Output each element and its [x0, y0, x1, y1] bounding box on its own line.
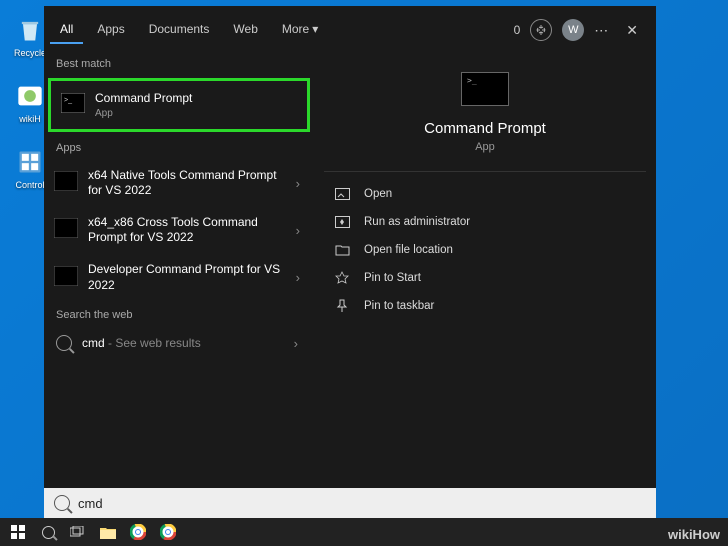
search-icon [54, 495, 70, 511]
result-title: Developer Command Prompt for VS 2022 [88, 262, 282, 293]
command-prompt-icon [54, 171, 78, 195]
command-prompt-preview-icon [461, 72, 509, 106]
result-title: x64_x86 Cross Tools Command Prompt for V… [88, 215, 282, 246]
tab-web[interactable]: Web [223, 16, 267, 44]
watermark: wikiHow [668, 527, 720, 542]
user-avatar[interactable]: W [562, 19, 584, 41]
chevron-right-icon[interactable]: › [292, 223, 304, 238]
result-best-match[interactable]: >_ Command Prompt App [48, 78, 310, 132]
command-prompt-icon [54, 218, 78, 242]
search-icon [56, 335, 72, 351]
taskbar [0, 518, 728, 546]
result-app-item[interactable]: Developer Command Prompt for VS 2022 › [44, 254, 314, 301]
action-open[interactable]: Open [324, 180, 646, 208]
rewards-icon[interactable] [530, 19, 552, 41]
result-app-item[interactable]: x64 Native Tools Command Prompt for VS 2… [44, 160, 314, 207]
action-pin-taskbar[interactable]: Pin to taskbar [324, 292, 646, 320]
action-label: Open file location [364, 244, 453, 256]
command-prompt-icon [54, 266, 78, 290]
results-column: Best match >_ Command Prompt App Apps x6… [44, 46, 314, 510]
search-panel: All Apps Documents Web More ▾ 0 W ⋯ ✕ Be… [44, 6, 656, 510]
chevron-right-icon[interactable]: › [292, 270, 304, 285]
tabs-bar: All Apps Documents Web More ▾ 0 W ⋯ ✕ [44, 6, 656, 46]
chevron-right-icon[interactable]: › [292, 176, 304, 191]
section-web: Search the web [44, 301, 314, 327]
section-apps: Apps [44, 134, 314, 160]
header-right: 0 W ⋯ ✕ [514, 19, 650, 41]
action-open-location[interactable]: Open file location [324, 236, 646, 264]
chevron-right-icon[interactable]: › [290, 336, 302, 351]
chevron-down-icon: ▾ [312, 22, 318, 36]
admin-icon [334, 215, 350, 229]
web-query: cmd [82, 336, 105, 350]
action-run-admin[interactable]: Run as administrator [324, 208, 646, 236]
result-title: Command Prompt [95, 91, 297, 107]
section-best-match: Best match [44, 50, 314, 76]
result-title: x64 Native Tools Command Prompt for VS 2… [88, 168, 282, 199]
pin-icon [334, 299, 350, 313]
taskbar-task-view[interactable] [64, 520, 92, 544]
result-subtitle: App [95, 108, 297, 119]
divider [324, 171, 646, 172]
action-label: Pin to taskbar [364, 300, 434, 312]
preview-subtitle: App [475, 141, 495, 153]
taskbar-chrome-2[interactable] [154, 520, 182, 544]
action-label: Open [364, 188, 392, 200]
search-bar[interactable] [44, 488, 656, 518]
tab-more-label: More [282, 22, 309, 36]
svg-text:>_: >_ [64, 97, 72, 104]
tab-more[interactable]: More ▾ [272, 16, 328, 44]
taskbar-file-explorer[interactable] [94, 520, 122, 544]
web-suffix: - See web results [105, 336, 201, 350]
tab-apps[interactable]: Apps [87, 16, 134, 44]
result-web-item[interactable]: cmd - See web results › [44, 327, 314, 359]
result-app-item[interactable]: x64_x86 Cross Tools Command Prompt for V… [44, 207, 314, 254]
open-icon [334, 187, 350, 201]
taskbar-search[interactable] [34, 520, 62, 544]
recycle-bin-icon [14, 14, 46, 46]
preview-column: Command Prompt App Open Run as administr… [314, 46, 656, 510]
preview-title: Command Prompt [424, 120, 546, 137]
start-button[interactable] [4, 520, 32, 544]
action-pin-start[interactable]: Pin to Start [324, 264, 646, 292]
command-prompt-icon: >_ [61, 93, 85, 117]
pin-icon [334, 271, 350, 285]
action-label: Run as administrator [364, 216, 470, 228]
tab-all[interactable]: All [50, 16, 83, 44]
tab-documents[interactable]: Documents [139, 16, 220, 44]
more-options-icon[interactable]: ⋯ [594, 22, 610, 39]
search-input[interactable] [78, 496, 646, 511]
header-counter: 0 [514, 23, 521, 37]
taskbar-chrome[interactable] [124, 520, 152, 544]
search-icon [42, 526, 55, 539]
wikihow-icon [14, 80, 46, 112]
actions-list: Open Run as administrator Open file loca… [324, 180, 646, 320]
action-label: Pin to Start [364, 272, 421, 284]
control-panel-icon [14, 146, 46, 178]
close-button[interactable]: ✕ [620, 20, 644, 41]
folder-icon [334, 243, 350, 257]
